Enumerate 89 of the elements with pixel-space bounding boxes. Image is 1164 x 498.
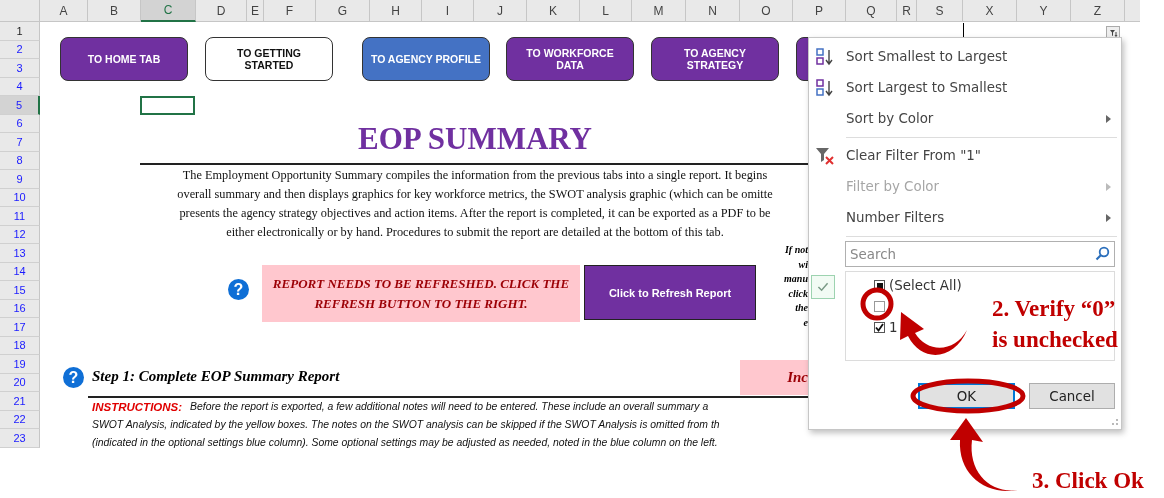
help-icon[interactable]: ? (228, 279, 249, 300)
row-header[interactable]: 19 (0, 355, 40, 374)
column-header[interactable]: C (141, 0, 196, 22)
checkbox[interactable] (874, 322, 885, 333)
menu-item[interactable]: Sort by Color (809, 103, 1121, 134)
column-header[interactable]: S (917, 0, 963, 22)
row-header[interactable]: 13 (0, 244, 40, 263)
row-header[interactable]: 3 (0, 59, 40, 78)
sort-ascending-icon (815, 48, 835, 66)
intro-text-line: overall summary and then displays graphics for key workforce metrics, the SWOT analysis graphic (which can be omitte (177, 186, 773, 203)
search-icon[interactable] (1095, 246, 1110, 261)
row-header[interactable]: 15 (0, 281, 40, 300)
column-header[interactable]: B (88, 0, 141, 22)
row-header[interactable]: 23 (0, 429, 40, 448)
column-header[interactable]: J (474, 0, 527, 22)
menu-item[interactable]: Sort Largest to Smallest (809, 72, 1121, 103)
column-header[interactable]: G (316, 0, 370, 22)
submenu-arrow-icon (1106, 183, 1111, 191)
annotation-text: 3. Click Ok (1032, 467, 1144, 495)
nav-button[interactable]: TO AGENCY STRATEGY (651, 37, 779, 81)
column-header[interactable]: O (740, 0, 793, 22)
search-field[interactable]: Search (845, 241, 1115, 267)
row-header[interactable]: 1 (0, 22, 40, 41)
submenu-arrow-icon (1106, 214, 1111, 222)
column-header[interactable]: R (897, 0, 917, 22)
annotation-text: 2. Verify “0” (992, 295, 1117, 323)
column-header[interactable]: Y (1017, 0, 1071, 22)
refresh-button[interactable]: Click to Refresh Report (584, 265, 756, 320)
note-text-line: e (803, 315, 808, 330)
value-label[interactable]: (Select All) (889, 278, 962, 293)
checkbox[interactable] (874, 301, 885, 312)
column-header[interactable]: X (963, 0, 1017, 22)
note-text-line: the (795, 301, 808, 316)
instructions-text-line: SWOT Analysis, indicated by the yellow boxes. The notes on the SWOT analysis can be skipped if the SWOT Analysis is omitted from th (92, 418, 720, 432)
column-header[interactable]: N (686, 0, 740, 22)
header-strip (1125, 0, 1140, 22)
selected-cell[interactable] (140, 96, 195, 115)
row-header[interactable]: 9 (0, 170, 40, 189)
row-header[interactable]: 5 (0, 96, 40, 115)
column-header[interactable]: D (196, 0, 247, 22)
column-header[interactable]: Z (1071, 0, 1125, 22)
column-header[interactable]: P (793, 0, 846, 22)
checkbox[interactable] (874, 280, 885, 291)
instructions-text-line: (indicated in the optional settings blue column). Some optional settings may be adjusted as needed, noted in the blue column on the left. (92, 436, 718, 450)
row-header[interactable]: 17 (0, 318, 40, 337)
intro-text-line: The Employment Opportunity Summary compiles the information from the previous tabs into a single report. It begins (182, 167, 768, 184)
row-header[interactable]: 7 (0, 133, 40, 152)
notice-text: REFRESH BUTTON TO THE RIGHT. (314, 294, 528, 313)
nav-button[interactable]: TO GETTING STARTED (205, 37, 333, 81)
page-title: EOP SUMMARY (357, 121, 593, 157)
annotation-text: is unchecked (992, 326, 1118, 354)
cancel-button[interactable]: Cancel (1029, 383, 1115, 409)
note-text-line: If not (784, 243, 808, 257)
column-header[interactable]: E (247, 0, 264, 22)
nav-button[interactable]: TO WORKFORCE DATA (506, 37, 634, 81)
notice-text: REPORT NEEDS TO BE REFRESHED. CLICK THE (272, 274, 570, 293)
filter-dropdown-icon[interactable] (1106, 26, 1120, 39)
column-header[interactable]: H (370, 0, 422, 22)
help-icon[interactable]: ? (63, 367, 84, 388)
row-header[interactable]: 21 (0, 392, 40, 411)
instructions-text-line: Before the report is exported, a few additional notes will need to be entered. These include an overall summary a (190, 400, 709, 414)
column-header[interactable]: I (422, 0, 474, 22)
menu-item[interactable]: Sort Smallest to Largest (809, 41, 1121, 72)
instructions-label: INSTRUCTIONS: (92, 400, 183, 415)
column-header[interactable]: M (632, 0, 686, 22)
column-header[interactable]: K (527, 0, 580, 22)
menu-item[interactable]: Clear Filter From "1" (809, 140, 1121, 171)
resize-grip-icon[interactable] (1110, 418, 1118, 426)
filter-applied-icon (811, 275, 835, 299)
sort-descending-icon (815, 79, 835, 97)
intro-text-line: presents the agency strategy objectives and action items. After the report is completed, it can be exported as a PDF to be (179, 205, 771, 222)
note-text-line: wi (798, 257, 808, 272)
curved-arrow (900, 312, 967, 355)
menu-item[interactable]: Number Filters (809, 202, 1121, 233)
note-text-line: click (788, 286, 808, 301)
clear-filter-icon (815, 147, 835, 165)
submenu-arrow-icon (1106, 115, 1111, 123)
nav-button[interactable]: TO HOME TAB (60, 37, 188, 81)
intro-text-line: either electronically or by hand. Procedures to submit the report are detailed at the bottom of this tab. (226, 224, 724, 241)
value-label[interactable]: 1 (889, 320, 898, 335)
step-heading: Step 1: Complete EOP Summary Report (92, 368, 340, 385)
column-header[interactable]: A (40, 0, 88, 22)
note-text-line: manu (784, 272, 808, 287)
column-header[interactable]: Q (846, 0, 897, 22)
column-header[interactable]: L (580, 0, 632, 22)
nav-button[interactable]: TO AGENCY PROFILE (362, 37, 490, 81)
status-cell: Inc (740, 360, 808, 395)
column-header[interactable]: F (264, 0, 316, 22)
row-header[interactable]: 11 (0, 207, 40, 226)
